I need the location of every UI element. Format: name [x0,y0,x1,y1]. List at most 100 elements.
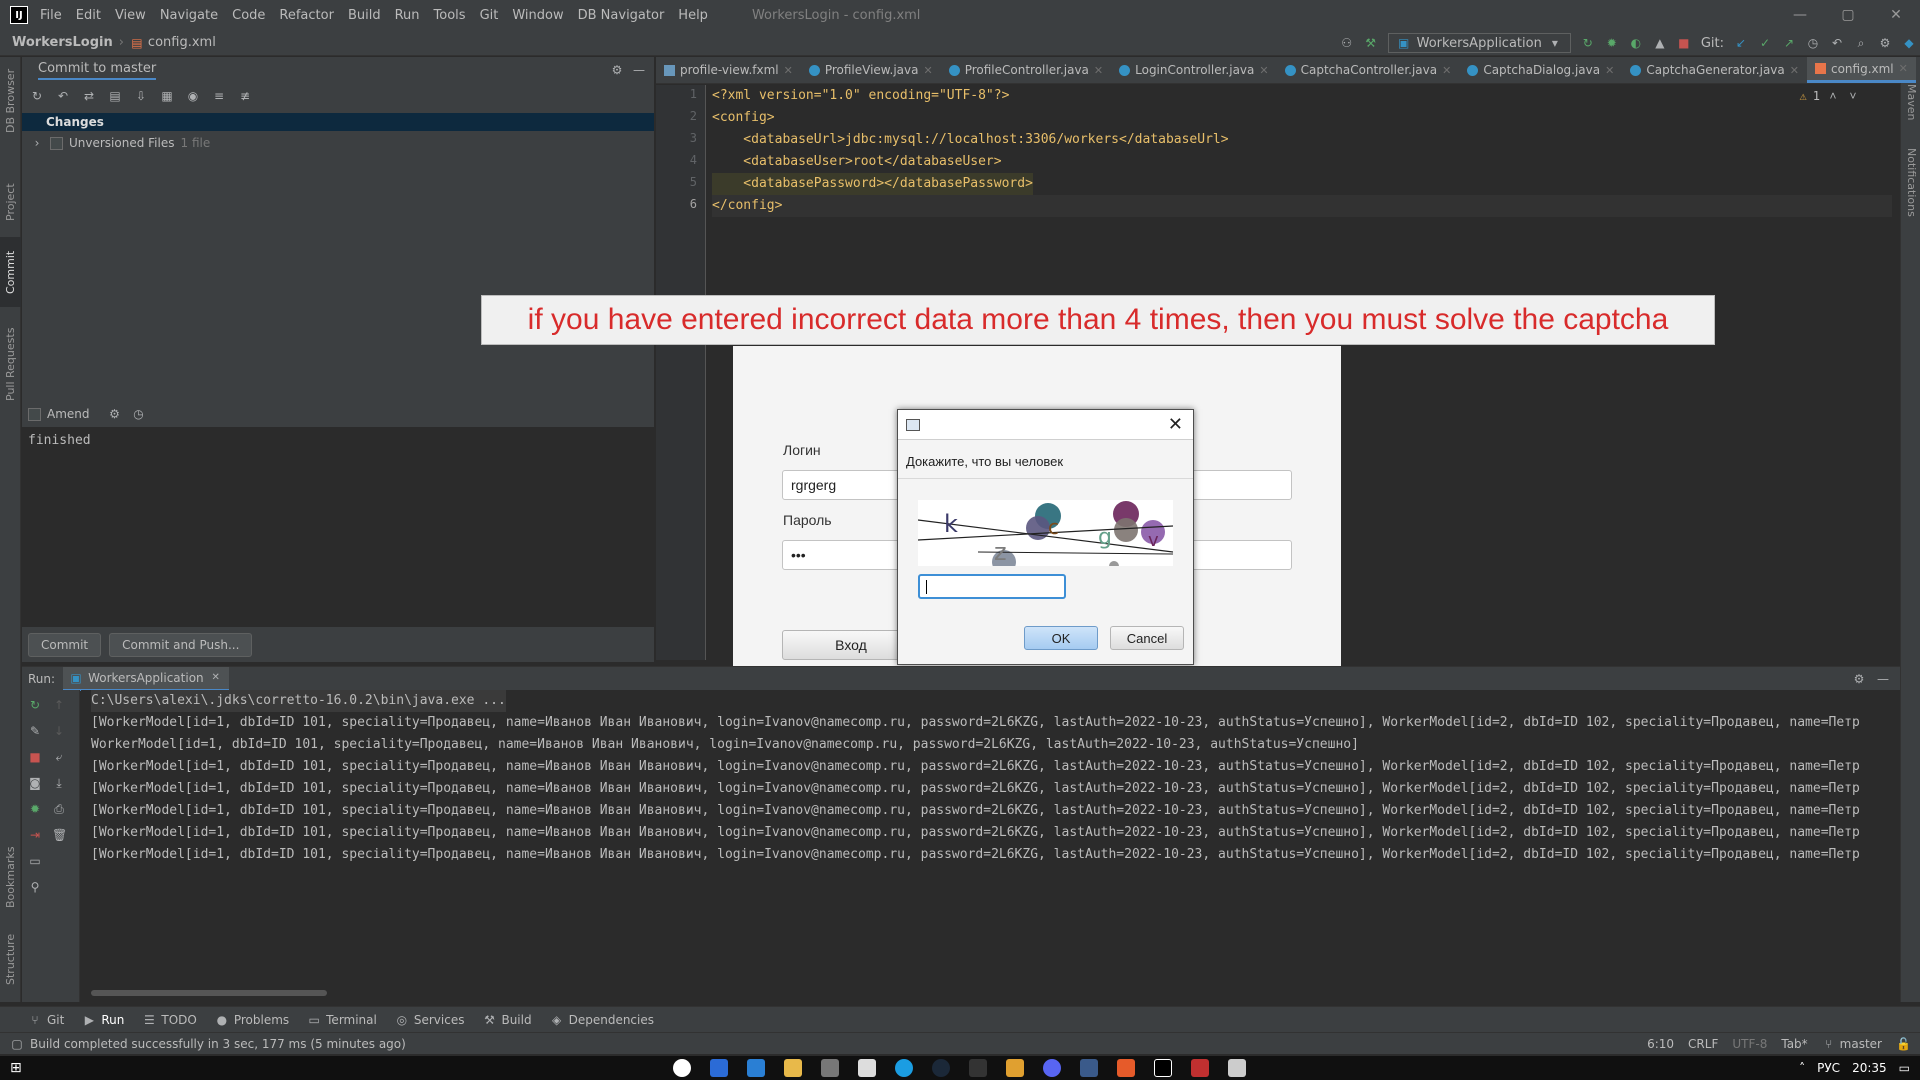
unversioned-files-node[interactable]: › Unversioned Files 1 file [22,134,211,152]
git-history-icon[interactable]: ◷ [1806,36,1820,50]
debug-icon[interactable]: ✹ [1605,36,1619,50]
close-tab-icon[interactable]: ✕ [923,64,932,77]
terminal-app-icon[interactable] [969,1059,987,1077]
steam-icon[interactable] [932,1059,950,1077]
git-update-icon[interactable]: ↙ [1734,36,1748,50]
status-layout-icon[interactable]: ▢ [10,1037,24,1051]
caret-position[interactable]: 6:10 [1647,1037,1674,1051]
git-push-icon[interactable]: ↗ [1782,36,1796,50]
camera-icon[interactable]: ◙ [28,776,42,790]
inspection-widget[interactable]: ⚠ 1 ˄ ˅ [1800,89,1860,103]
tool-tab-run[interactable]: ▶ Run [82,1013,125,1027]
line-separator[interactable]: CRLF [1688,1037,1718,1051]
ok-button[interactable]: OK [1024,626,1098,650]
eye-icon[interactable]: ◉ [186,89,200,103]
windows-start-icon[interactable]: ⊞ [10,1060,22,1076]
menu-window[interactable]: Window [512,8,563,23]
mail-icon[interactable] [747,1059,765,1077]
status-message[interactable]: Build completed successfully in 3 sec, 1… [30,1037,406,1051]
rerun-icon[interactable]: ↻ [28,698,42,712]
menu-git[interactable]: Git [480,8,499,23]
breadcrumb-file[interactable]: config.xml [148,35,216,50]
tab-captchacontroller-java[interactable]: CaptchaController.java ✕ [1277,57,1460,83]
build-hammer-icon[interactable]: ⚒ [1364,36,1378,50]
yandex-browser-icon[interactable] [673,1059,691,1077]
group-by-icon[interactable]: ▦ [160,89,174,103]
minimize-icon[interactable]: — [632,63,646,77]
close-icon[interactable]: ✕ [1168,414,1183,435]
tool-tab-problems[interactable]: ● Problems [215,1013,290,1027]
intellij-taskbar-icon[interactable] [1154,1059,1172,1077]
restore-button[interactable]: ▢ [1824,0,1872,30]
file-encoding[interactable]: UTF-8 [1732,1037,1767,1051]
profiler-icon[interactable]: ▲ [1653,36,1667,50]
tool-tab-terminal[interactable]: ▭ Terminal [307,1013,376,1027]
exit-icon[interactable]: ⇥ [28,828,42,842]
menu-run[interactable]: Run [395,8,420,23]
app-icon[interactable] [1006,1059,1024,1077]
menu-navigate[interactable]: Navigate [160,8,218,23]
close-tab-icon[interactable]: ✕ [1790,64,1799,77]
history-icon[interactable]: ◷ [132,407,146,421]
print-icon[interactable]: ⎙ [52,802,66,816]
calendar-icon[interactable] [710,1059,728,1077]
expand-all-icon[interactable]: ≡ [212,89,226,103]
stop-icon[interactable]: ■ [28,750,42,764]
menu-code[interactable]: Code [232,8,265,23]
tool-tab-bookmarks[interactable]: Bookmarks [0,837,21,917]
tool-tab-notifications[interactable]: Notifications [1901,137,1920,227]
amend-checkbox[interactable] [28,407,41,421]
tab-config-xml[interactable]: config.xml ✕ [1806,57,1916,83]
tool-tab-git[interactable]: ⑂ Git [28,1013,64,1027]
coverage-icon[interactable]: ◐ [1629,36,1643,50]
menu-tools[interactable]: Tools [434,8,466,23]
tool-tab-todo[interactable]: ☰ TODO [142,1013,197,1027]
debug-icon[interactable]: ✹ [28,802,42,816]
gear-icon[interactable]: ⚙ [1852,672,1866,686]
menu-db-navigator[interactable]: DB Navigator [578,8,665,23]
tool-tab-structure[interactable]: Structure [0,922,21,997]
discord-icon[interactable] [1043,1059,1061,1077]
rollback-icon[interactable]: ↶ [56,89,70,103]
close-tab-icon[interactable]: ✕ [1605,64,1614,77]
scroll-up-icon[interactable]: ↑ [52,698,66,712]
media-icon[interactable] [858,1059,876,1077]
run-tab-workersapplication[interactable]: ▣ WorkersApplication ✕ [63,666,229,691]
tab-logincontroller-java[interactable]: LoginController.java ✕ [1111,57,1276,83]
stop-icon[interactable]: ■ [1677,36,1691,50]
close-tab-icon[interactable]: ✕ [209,671,223,685]
tool-tab-services[interactable]: ◎ Services [395,1013,465,1027]
tool-tab-pull-requests[interactable]: Pull Requests [0,309,21,419]
diff-icon[interactable]: ▤ [108,89,122,103]
scroll-down-icon[interactable]: ↓ [52,724,66,738]
tool-tab-project[interactable]: Project [0,167,21,237]
edge-icon[interactable] [895,1059,913,1077]
gear-icon[interactable]: ⚙ [610,63,624,77]
chevron-up-icon[interactable]: ˄ [1826,89,1840,103]
commit-button[interactable]: Commit [28,633,102,657]
git-branch[interactable]: ⑂ master [1822,1037,1882,1051]
commit-and-push-button[interactable]: Commit and Push... [109,633,253,657]
menu-file[interactable]: File [40,8,62,23]
tool-tab-db-browser[interactable]: DB Browser [0,61,21,141]
tool-tab-dependencies[interactable]: ◈ Dependencies [550,1013,654,1027]
store-icon[interactable] [821,1059,839,1077]
lock-icon[interactable]: 🔓 [1896,1037,1911,1051]
menu-build[interactable]: Build [348,8,381,23]
file-explorer-icon[interactable] [784,1059,802,1077]
app-icon[interactable] [1080,1059,1098,1077]
breadcrumb-project[interactable]: WorkersLogin [12,35,113,50]
indent-setting[interactable]: Tab* [1781,1037,1807,1051]
layout-icon[interactable]: ▭ [28,854,42,868]
shelve-icon[interactable]: ⇩ [134,89,148,103]
tab-captchadialog-java[interactable]: CaptchaDialog.java ✕ [1459,57,1622,83]
close-tab-icon[interactable]: ✕ [1442,64,1451,77]
chevron-right-icon[interactable]: › [30,136,44,150]
refresh-icon[interactable]: ↻ [30,89,44,103]
clock[interactable]: 20:35 [1852,1061,1887,1075]
pin-icon[interactable]: ⚲ [28,880,42,894]
close-tab-icon[interactable]: ✕ [1094,64,1103,77]
notifications-icon[interactable]: ▭ [1899,1061,1910,1075]
commit-message-input[interactable]: finished [22,427,654,627]
gear-icon[interactable]: ⚙ [1878,36,1892,50]
